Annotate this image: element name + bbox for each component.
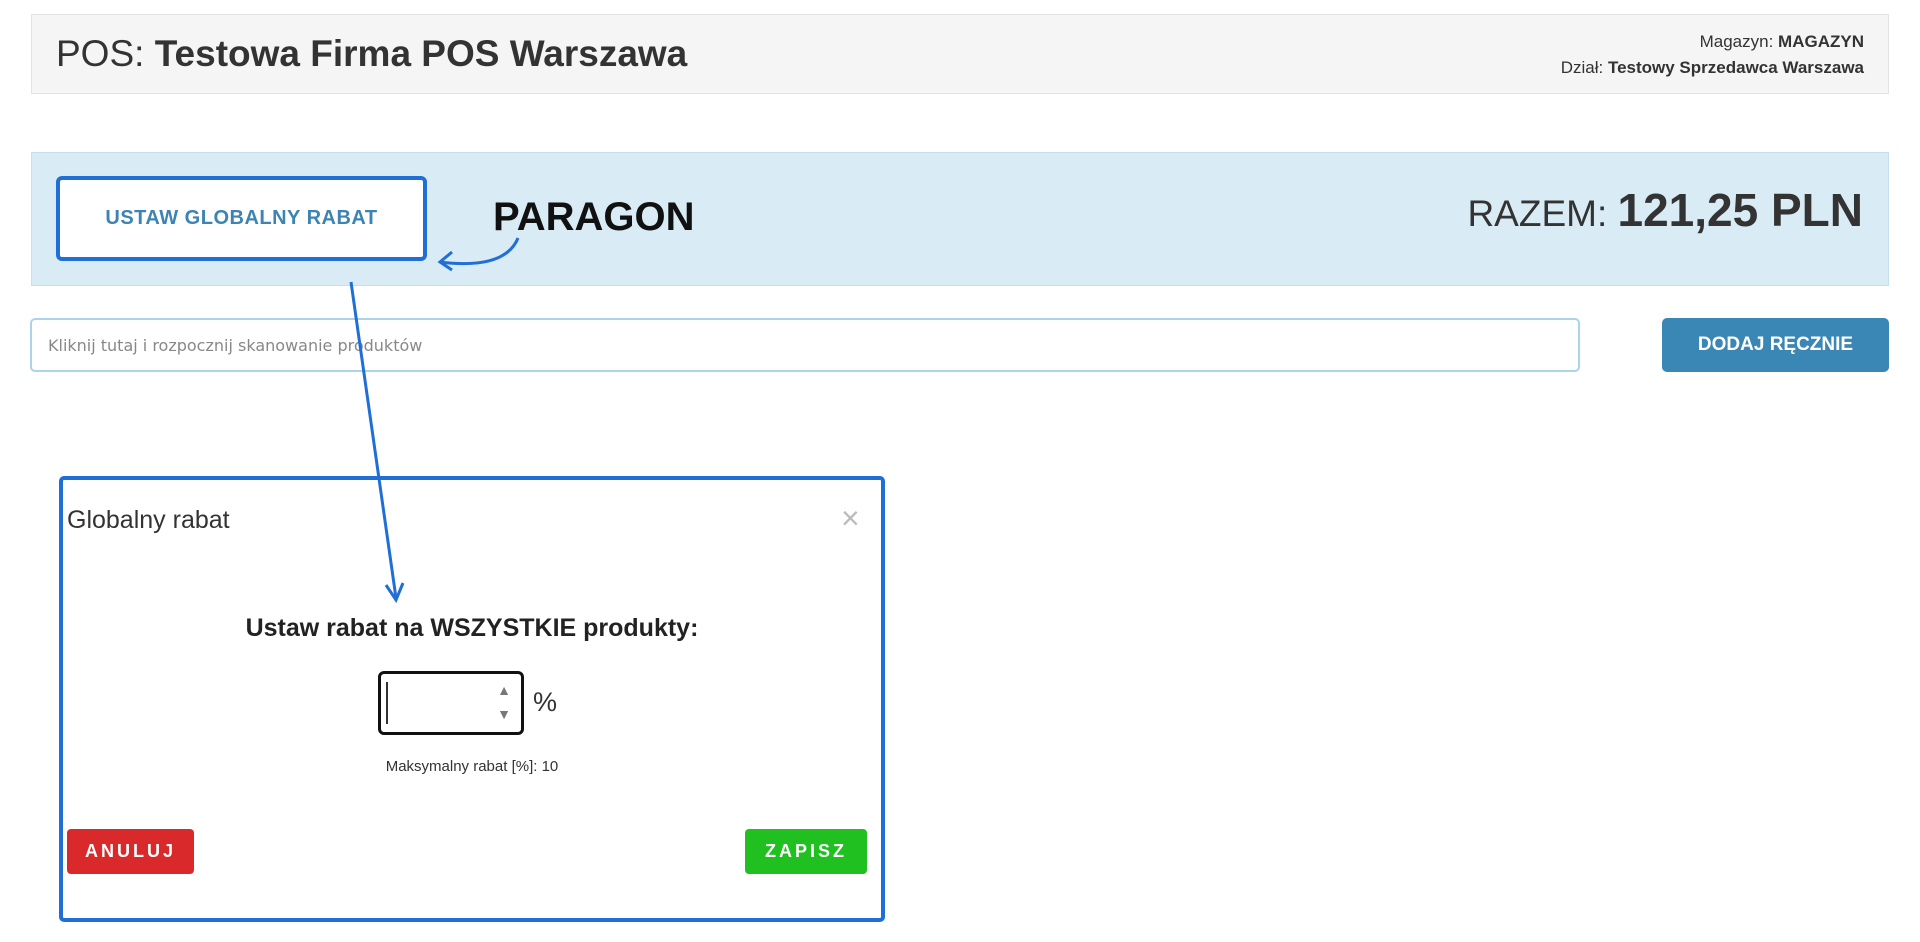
save-button[interactable]: ZAPISZ bbox=[745, 829, 867, 874]
spin-down-icon[interactable]: ▼ bbox=[497, 706, 511, 722]
pos-label: POS: bbox=[56, 33, 155, 74]
percent-sign: % bbox=[533, 687, 558, 717]
document-type-label: PARAGON bbox=[493, 195, 695, 239]
spin-up-icon[interactable]: ▲ bbox=[497, 682, 511, 698]
header-panel: POS: Testowa Firma POS Warszawa Magazyn:… bbox=[31, 14, 1889, 94]
page-title: POS: Testowa Firma POS Warszawa bbox=[56, 33, 687, 75]
company-name: Testowa Firma POS Warszawa bbox=[154, 33, 688, 74]
total-label: RAZEM: bbox=[1467, 193, 1618, 234]
global-discount-modal: Globalny rabat × Ustaw rabat na WSZYSTKI… bbox=[59, 476, 885, 922]
warehouse-value: MAGAZYN bbox=[1778, 32, 1864, 51]
department-info: Dział: Testowy Sprzedawca Warszawa bbox=[1561, 55, 1864, 81]
department-value: Testowy Sprzedawca Warszawa bbox=[1607, 58, 1864, 77]
text-cursor bbox=[386, 682, 388, 724]
set-global-discount-button[interactable]: USTAW GLOBALNY RABAT bbox=[56, 176, 427, 261]
total-amount: RAZEM: 121,25 PLN bbox=[1467, 183, 1863, 237]
header-meta: Magazyn: MAGAZYN Dział: Testowy Sprzedaw… bbox=[1561, 29, 1864, 81]
total-value: 121,25 PLN bbox=[1617, 184, 1863, 236]
add-manually-button[interactable]: DODAJ RĘCZNIE bbox=[1662, 318, 1889, 372]
discount-percent-input[interactable]: ▲ ▼ bbox=[378, 671, 524, 735]
discount-question: Ustaw rabat na WSZYSTKIE produkty: bbox=[245, 614, 699, 642]
max-discount-label: Maksymalny rabat [%]: 10 bbox=[385, 758, 559, 775]
modal-title: Globalny rabat bbox=[67, 506, 230, 534]
close-icon[interactable]: × bbox=[841, 500, 860, 537]
product-scan-input[interactable] bbox=[30, 318, 1580, 372]
warehouse-info: Magazyn: MAGAZYN bbox=[1561, 29, 1864, 55]
cancel-button[interactable]: ANULUJ bbox=[67, 829, 194, 874]
warehouse-label: Magazyn: bbox=[1699, 32, 1779, 51]
department-label: Dział: bbox=[1560, 58, 1608, 77]
